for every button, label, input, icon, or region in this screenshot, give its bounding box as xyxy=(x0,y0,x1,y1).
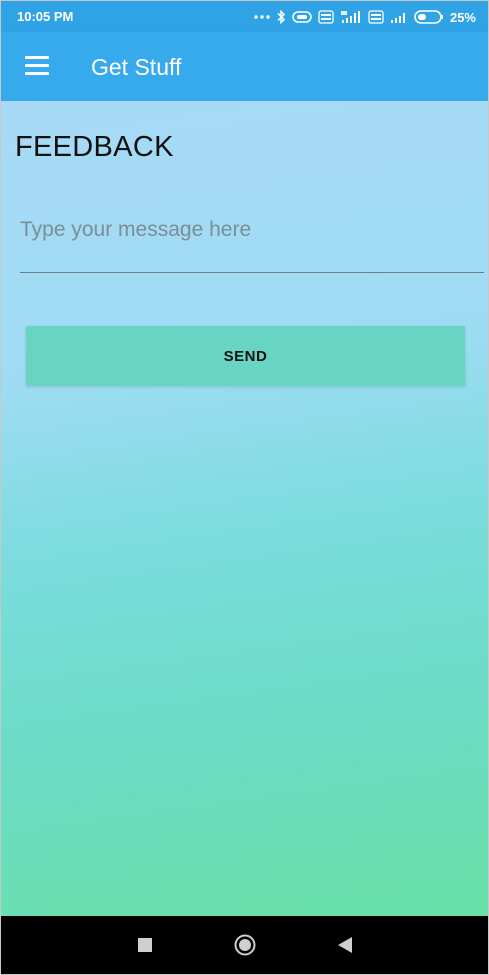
app-title: Get Stuff xyxy=(91,54,182,80)
page-title: FEEDBACK xyxy=(15,131,174,163)
phone-screen: 10:05 PM 25% Get Stuff FEEDBACK Type you… xyxy=(0,0,489,975)
send-button[interactable]: SEND xyxy=(26,326,465,386)
volte-icon xyxy=(368,10,384,24)
status-icons: 25% xyxy=(254,7,476,27)
bluetooth-icon xyxy=(276,10,286,24)
back-triangle-icon[interactable] xyxy=(338,937,352,953)
navigation-bar xyxy=(1,916,488,974)
vibrate-icon xyxy=(292,11,312,23)
battery-percent: 25% xyxy=(449,9,476,25)
signal-4g-icon xyxy=(340,10,362,24)
volte-icon xyxy=(318,10,334,24)
signal-icon xyxy=(390,10,408,24)
home-circle-icon[interactable] xyxy=(234,934,256,956)
battery-icon xyxy=(414,10,444,24)
more-dots-icon xyxy=(254,14,270,20)
message-input[interactable] xyxy=(20,213,484,273)
feedback-content: FEEDBACK SEND xyxy=(1,101,488,916)
app-bar: Get Stuff xyxy=(1,32,488,101)
status-bar: 10:05 PM 25% xyxy=(1,1,488,32)
hamburger-menu-icon[interactable] xyxy=(23,54,51,78)
recents-square-icon[interactable] xyxy=(138,938,152,952)
status-time: 10:05 PM xyxy=(17,9,74,24)
